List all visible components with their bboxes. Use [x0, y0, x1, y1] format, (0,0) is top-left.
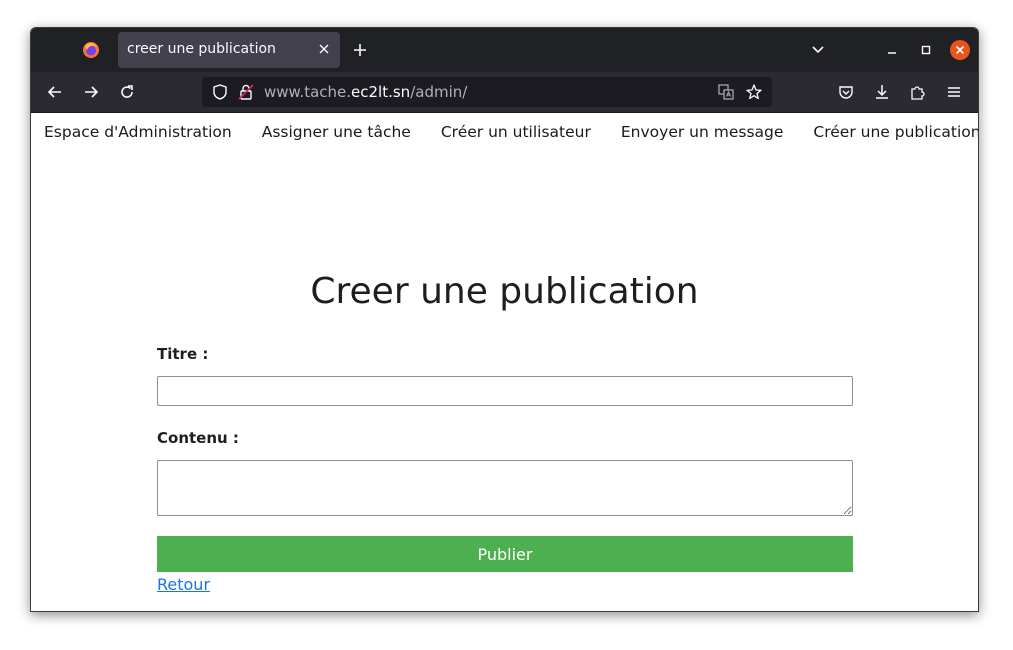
tab-title: creer une publication — [127, 41, 276, 57]
url-host: ec2lt.sn — [351, 83, 411, 101]
url-prefix: www.tache. — [264, 83, 352, 101]
menu-item-admin-space[interactable]: Espace d'Administration — [44, 123, 232, 141]
address-bar[interactable]: www.tache.ec2lt.sn/admin/ — [202, 77, 772, 107]
url-text[interactable]: www.tache.ec2lt.sn/admin/ — [264, 83, 467, 101]
close-icon — [955, 45, 965, 55]
title-input[interactable] — [157, 376, 853, 406]
content-label: Contenu : — [157, 429, 239, 447]
bookmark-star-icon[interactable] — [745, 83, 763, 101]
translate-icon[interactable] — [717, 83, 735, 101]
forward-arrow-icon[interactable] — [82, 83, 100, 101]
close-tab-icon[interactable] — [318, 43, 330, 55]
tab-active[interactable]: creer une publication — [118, 32, 340, 68]
hamburger-menu-icon[interactable] — [945, 83, 963, 101]
download-icon[interactable] — [873, 83, 891, 101]
pocket-icon[interactable] — [837, 83, 855, 101]
back-arrow-icon[interactable] — [46, 83, 64, 101]
minimize-icon[interactable] — [884, 42, 900, 58]
new-tab-plus-icon[interactable] — [352, 42, 368, 58]
shield-icon[interactable] — [211, 83, 229, 101]
publish-button[interactable]: Publier — [157, 536, 853, 572]
extensions-puzzle-icon[interactable] — [909, 83, 927, 101]
window-close-button[interactable] — [950, 40, 970, 60]
content-textarea[interactable] — [157, 460, 853, 516]
navigation-toolbar: www.tache.ec2lt.sn/admin/ — [31, 72, 978, 113]
browser-window: creer une publication www.tache.ec2lt.sn… — [30, 27, 979, 612]
insecure-lock-icon[interactable] — [237, 83, 255, 101]
firefox-logo-icon — [83, 42, 99, 58]
admin-menu: Espace d'Administration Assigner une tâc… — [44, 123, 978, 141]
reload-icon[interactable] — [118, 83, 136, 101]
menu-item-send-message[interactable]: Envoyer un message — [621, 123, 784, 141]
back-link[interactable]: Retour — [157, 575, 210, 594]
title-label: Titre : — [157, 345, 209, 363]
page-content: Espace d'Administration Assigner une tâc… — [31, 113, 978, 611]
maximize-icon[interactable] — [918, 42, 934, 58]
page-title: Creer une publication — [310, 271, 699, 312]
menu-item-create-publication[interactable]: Créer une publication — [813, 123, 978, 141]
url-path: /admin/ — [410, 83, 468, 101]
menu-item-create-user[interactable]: Créer un utilisateur — [441, 123, 591, 141]
chevron-down-icon[interactable] — [811, 43, 825, 57]
menu-item-assign-task[interactable]: Assigner une tâche — [262, 123, 411, 141]
tab-strip: creer une publication — [31, 28, 978, 72]
